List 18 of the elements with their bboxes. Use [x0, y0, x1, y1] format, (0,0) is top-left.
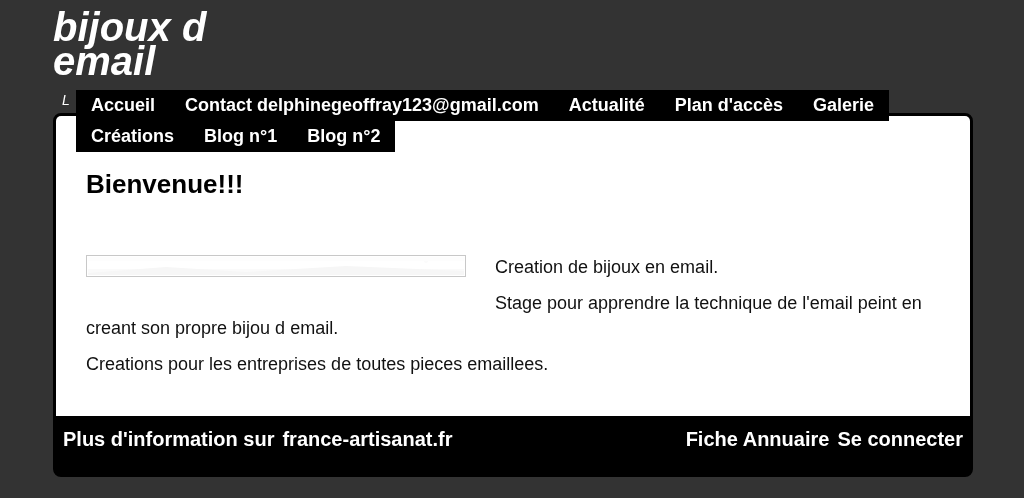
footer-link[interactable]: Fiche Annuaire — [685, 428, 830, 451]
nav-link[interactable]: Galerie — [798, 90, 890, 121]
footer-link[interactable]: france-artisanat.fr — [282, 428, 453, 451]
footer-text: Plus d'information sur — [63, 428, 275, 451]
nav-link[interactable]: Accueil — [76, 90, 171, 121]
paragraph: Stage pour apprendre la technique de l'email peint en creant son propre bijou d email. — [86, 292, 923, 340]
nav-link[interactable]: Contact delphinegeoffray123@gmail.com — [170, 90, 554, 121]
page-heading: Bienvenue!!! — [86, 169, 245, 200]
nav-link[interactable]: Plan d'accès — [659, 90, 799, 121]
nav-link[interactable]: Blog n°2 — [292, 121, 396, 152]
paragraph: Creation de bijoux en email. — [495, 256, 719, 279]
nav-link[interactable]: Créations — [76, 121, 190, 152]
paragraph: Creations pour les entreprises de toutes pieces emaillees. — [86, 353, 550, 376]
nav-link[interactable]: Blog n°1 — [189, 121, 293, 152]
tagline: L — [61, 93, 71, 110]
footer-link[interactable]: Se connecter — [837, 428, 963, 451]
nav-link[interactable]: Actualité — [553, 90, 660, 121]
site-title: bijoux d email — [53, 4, 208, 85]
